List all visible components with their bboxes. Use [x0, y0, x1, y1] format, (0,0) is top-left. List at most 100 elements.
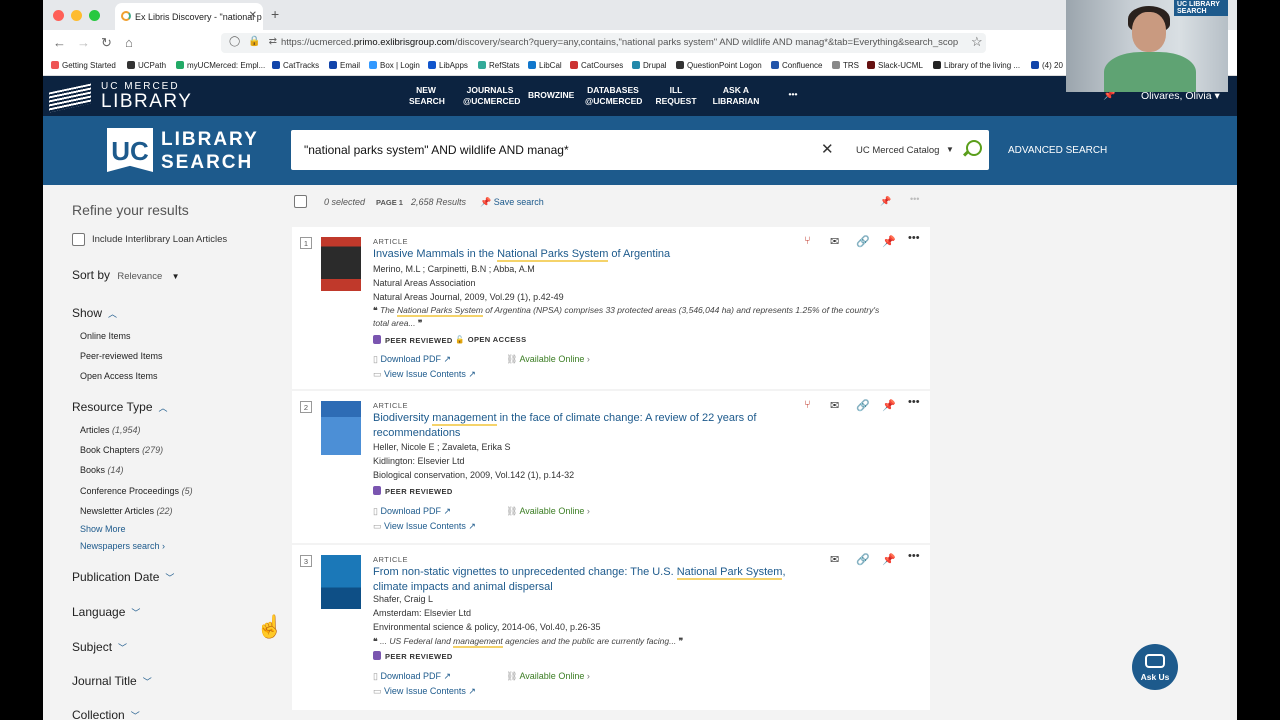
- search-icon[interactable]: [966, 140, 982, 156]
- scope-select[interactable]: UC Merced Catalog: [856, 145, 939, 156]
- download-pdf-link[interactable]: ▯ Download PDF ↗: [373, 354, 451, 365]
- bookmark-item[interactable]: TRS: [832, 61, 859, 70]
- bookmark-item[interactable]: (4) 20: [1031, 61, 1063, 70]
- email-icon[interactable]: ✉: [830, 235, 839, 248]
- menu-new-search[interactable]: NEW SEARCH: [409, 85, 445, 107]
- bookmark-item[interactable]: myUCMerced: Empl...: [176, 61, 265, 70]
- scope-caret-icon[interactable]: ▼: [946, 145, 954, 154]
- result-title[interactable]: From non-static vignettes to unprecedent…: [373, 565, 793, 595]
- result-more-icon[interactable]: •••: [908, 550, 920, 562]
- email-icon[interactable]: ✉: [830, 553, 839, 566]
- available-online-link[interactable]: ⛓ Available Online ›: [506, 354, 590, 365]
- citation-trail-icon[interactable]: ⑂: [804, 399, 811, 411]
- uc-merced-library-logo[interactable]: UC MERCED LIBRARY: [49, 80, 199, 113]
- bookmark-item[interactable]: LibApps: [428, 61, 468, 70]
- result-thumbnail[interactable]: [321, 555, 361, 609]
- facet-item[interactable]: Articles (1,954): [80, 425, 141, 435]
- view-issue-contents-link[interactable]: ▭ View Issue Contents ↗: [373, 686, 476, 697]
- forward-icon[interactable]: →: [77, 35, 90, 50]
- permalink-icon[interactable]: 🔗: [856, 553, 870, 566]
- permalink-icon[interactable]: 🔗: [856, 399, 870, 412]
- bookmark-item[interactable]: CatCourses: [570, 61, 623, 70]
- facet-show[interactable]: Show ︿: [72, 306, 117, 320]
- facet-resource-type[interactable]: Resource Type ︿: [72, 400, 168, 414]
- result-more-icon[interactable]: •••: [908, 396, 920, 408]
- pin-result-icon[interactable]: 📌: [882, 553, 896, 566]
- bookmark-item[interactable]: LibCal: [528, 61, 562, 70]
- show-more-link[interactable]: Show More: [80, 524, 126, 534]
- address-bar[interactable]: https://ucmerced.primo.exlibrisgroup.com…: [221, 33, 986, 53]
- bookmark-item[interactable]: Getting Started: [51, 61, 116, 70]
- available-online-link[interactable]: ⛓ Available Online ›: [506, 671, 590, 682]
- site-info-icon[interactable]: ◯🔒⇄: [229, 36, 285, 47]
- facet-item[interactable]: Conference Proceedings (5): [80, 486, 193, 496]
- result-card[interactable]: 2 ARTICLE Biodiversity management in the…: [292, 391, 930, 543]
- result-thumbnail[interactable]: [321, 237, 361, 291]
- view-issue-contents-link[interactable]: ▭ View Issue Contents ↗: [373, 521, 476, 532]
- search-input[interactable]: "national parks system" AND wildlife AND…: [304, 143, 569, 157]
- more-menu-icon[interactable]: •••: [783, 89, 803, 100]
- bookmark-item[interactable]: CatTracks: [272, 61, 319, 70]
- pin-result-icon[interactable]: 📌: [882, 399, 896, 412]
- ask-us-button[interactable]: Ask Us: [1132, 644, 1178, 690]
- bookmark-item[interactable]: Library of the living ...: [933, 61, 1020, 70]
- bookmark-star-icon[interactable]: ☆: [971, 34, 983, 50]
- facet-publication-date[interactable]: Publication Date ﹀: [72, 570, 174, 584]
- result-card[interactable]: 3 ARTICLE From non-static vignettes to u…: [292, 545, 930, 710]
- sort-by[interactable]: Sort by Relevance ▼: [72, 268, 180, 282]
- home-icon[interactable]: ⌂: [125, 35, 133, 50]
- bookmark-item[interactable]: Drupal: [632, 61, 667, 70]
- reload-icon[interactable]: ↻: [101, 35, 112, 51]
- save-search-link[interactable]: 📌 Save search: [480, 197, 544, 208]
- bookmark-item[interactable]: Email: [329, 61, 360, 70]
- menu-databases[interactable]: DATABASES @UCMERCED: [585, 85, 642, 107]
- clear-search-icon[interactable]: ✕: [821, 140, 834, 158]
- ill-checkbox[interactable]: [72, 233, 85, 246]
- menu-ask-librarian[interactable]: ASK A LIBRARIAN: [711, 85, 761, 107]
- close-window-button[interactable]: [53, 10, 64, 21]
- pin-result-icon[interactable]: 📌: [882, 235, 896, 248]
- menu-browzine[interactable]: BROWZINE: [528, 90, 574, 101]
- citation-trail-icon[interactable]: ⑂: [804, 235, 811, 247]
- facet-subject[interactable]: Subject ﹀: [72, 640, 127, 654]
- result-card[interactable]: 1 ARTICLE Invasive Mammals in the Nation…: [292, 227, 930, 389]
- facet-item[interactable]: Online Items: [80, 331, 131, 341]
- bookmark-item[interactable]: Box | Login: [369, 61, 420, 70]
- email-icon[interactable]: ✉: [830, 399, 839, 412]
- new-tab-icon[interactable]: +: [271, 6, 279, 22]
- result-title[interactable]: Invasive Mammals in the National Parks S…: [373, 247, 793, 262]
- facet-journal-title[interactable]: Journal Title ﹀: [72, 674, 152, 688]
- facet-item[interactable]: Newsletter Articles (22): [80, 506, 173, 516]
- bookmark-item[interactable]: Confluence: [771, 61, 822, 70]
- search-box[interactable]: "national parks system" AND wildlife AND…: [291, 130, 989, 170]
- close-tab-icon[interactable]: ✕: [249, 10, 257, 21]
- maximize-window-button[interactable]: [89, 10, 100, 21]
- newspapers-search-link[interactable]: Newspapers search ›: [80, 541, 165, 551]
- back-icon[interactable]: ←: [53, 35, 66, 50]
- available-online-link[interactable]: ⛓ Available Online ›: [506, 506, 590, 517]
- facet-item[interactable]: Book Chapters (279): [80, 445, 163, 455]
- permalink-icon[interactable]: 🔗: [856, 235, 870, 248]
- minimize-window-button[interactable]: [71, 10, 82, 21]
- view-issue-contents-link[interactable]: ▭ View Issue Contents ↗: [373, 369, 476, 380]
- facet-item[interactable]: Open Access Items: [80, 371, 158, 381]
- download-pdf-link[interactable]: ▯ Download PDF ↗: [373, 506, 451, 517]
- bookmark-item[interactable]: RefStats: [478, 61, 520, 70]
- bookmark-item[interactable]: QuestionPoint Logon: [676, 61, 762, 70]
- facet-item[interactable]: Books (14): [80, 465, 124, 475]
- bookmark-item[interactable]: UCPath: [127, 61, 166, 70]
- advanced-search-link[interactable]: ADVANCED SEARCH: [1008, 145, 1107, 156]
- download-pdf-link[interactable]: ▯ Download PDF ↗: [373, 671, 451, 682]
- result-thumbnail[interactable]: [321, 401, 361, 455]
- facet-collection[interactable]: Collection ﹀: [72, 708, 140, 720]
- select-all-checkbox[interactable]: [294, 195, 307, 208]
- result-title[interactable]: Biodiversity management in the face of c…: [373, 411, 793, 441]
- menu-journals[interactable]: JOURNALS @UCMERCED: [463, 85, 520, 107]
- menu-ill-request[interactable]: ILL REQUEST: [655, 85, 697, 107]
- facet-language[interactable]: Language ﹀: [72, 605, 140, 619]
- facet-item[interactable]: Peer-reviewed Items: [80, 351, 163, 361]
- pin-results-icon[interactable]: 📌: [880, 196, 891, 207]
- results-more-icon[interactable]: •••: [910, 194, 919, 204]
- browser-tab[interactable]: Ex Libris Discovery - "national p ✕: [115, 3, 263, 30]
- bookmark-item[interactable]: Slack-UCML: [867, 61, 923, 70]
